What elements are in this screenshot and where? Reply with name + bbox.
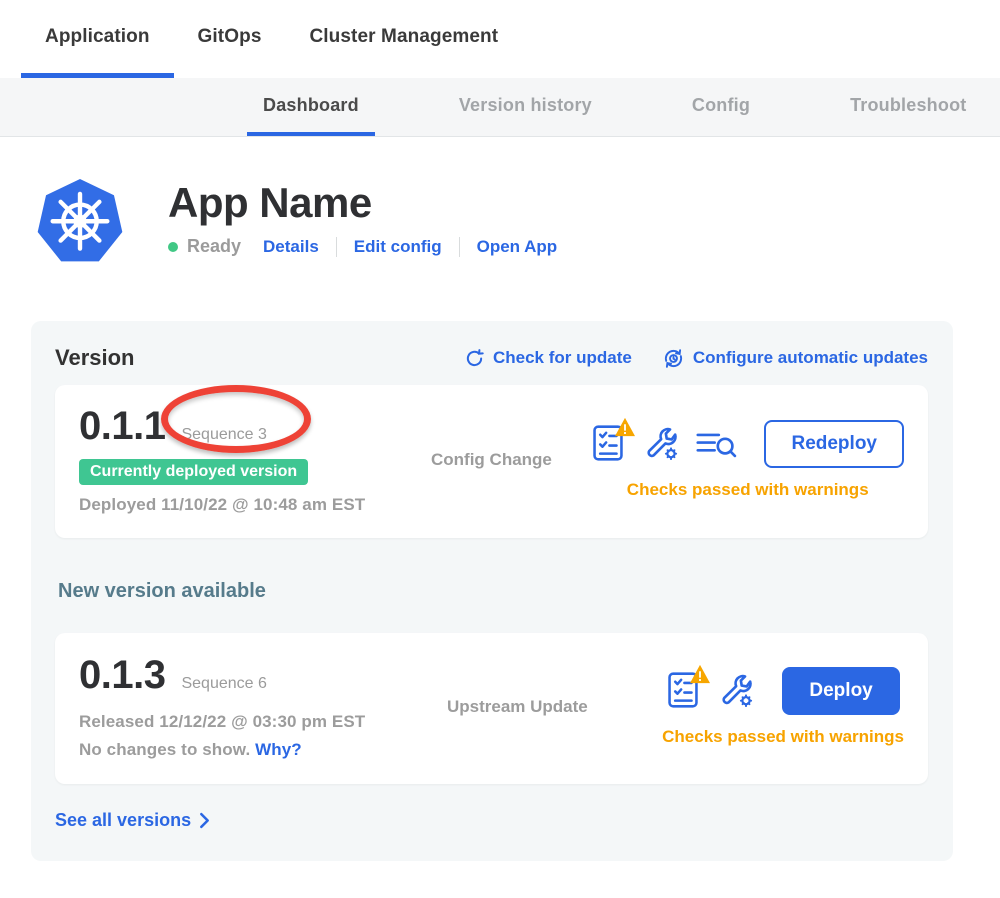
chevron-right-icon bbox=[198, 812, 211, 829]
released-timestamp: Released 12/12/22 @ 03:30 pm EST bbox=[79, 712, 427, 732]
available-version-card: 0.1.3 Sequence 6 Released 12/12/22 @ 03:… bbox=[55, 633, 928, 784]
no-changes-text: No changes to show. bbox=[79, 740, 250, 759]
tab-cluster-management[interactable]: Cluster Management bbox=[285, 0, 522, 78]
check-for-update-button[interactable]: Check for update bbox=[464, 348, 632, 369]
status-badge: Ready bbox=[187, 236, 241, 257]
status-dot-icon bbox=[168, 242, 178, 252]
page-title: App Name bbox=[168, 179, 557, 227]
refresh-icon bbox=[464, 348, 485, 369]
app-sub-nav: Dashboard Version history Config Trouble… bbox=[0, 78, 1000, 137]
version-panel: Version Check for update Configure bbox=[31, 321, 953, 861]
redeploy-button[interactable]: Redeploy bbox=[764, 420, 904, 468]
tab-config[interactable]: Config bbox=[676, 78, 766, 136]
edit-config-link[interactable]: Edit config bbox=[354, 237, 442, 257]
preflight-checks-status: Checks passed with warnings bbox=[627, 480, 869, 500]
app-header: App Name Ready Details Edit config Open … bbox=[36, 177, 1000, 269]
auto-update-clock-icon bbox=[662, 347, 685, 370]
deployed-timestamp: Deployed 11/10/22 @ 10:48 am EST bbox=[79, 495, 411, 515]
new-version-heading: New version available bbox=[58, 580, 928, 603]
available-version-sequence: Sequence 6 bbox=[181, 675, 266, 693]
view-diff-icon[interactable] bbox=[695, 429, 737, 459]
warning-triangle-icon bbox=[689, 664, 711, 684]
divider bbox=[336, 237, 337, 257]
divider bbox=[459, 237, 460, 257]
tab-version-history[interactable]: Version history bbox=[443, 78, 608, 136]
preflight-checks-status: Checks passed with warnings bbox=[662, 727, 904, 747]
preflight-checks-icon[interactable] bbox=[591, 423, 629, 465]
details-link[interactable]: Details bbox=[263, 237, 319, 257]
tab-application[interactable]: Application bbox=[21, 0, 174, 78]
edit-config-icon[interactable] bbox=[644, 425, 680, 463]
tab-gitops[interactable]: GitOps bbox=[174, 0, 286, 78]
version-panel-title: Version bbox=[55, 345, 134, 371]
current-version-number: 0.1.1 bbox=[79, 404, 165, 449]
warning-triangle-icon bbox=[614, 417, 636, 437]
why-link[interactable]: Why? bbox=[255, 740, 302, 759]
preflight-checks-icon[interactable] bbox=[666, 670, 704, 712]
tab-troubleshoot[interactable]: Troubleshoot bbox=[834, 78, 982, 136]
kubernetes-icon bbox=[36, 177, 124, 269]
tab-dashboard[interactable]: Dashboard bbox=[247, 78, 375, 136]
open-app-link[interactable]: Open App bbox=[477, 237, 558, 257]
currently-deployed-badge: Currently deployed version bbox=[79, 459, 308, 485]
deploy-button[interactable]: Deploy bbox=[782, 667, 899, 715]
current-version-sequence: Sequence 3 bbox=[181, 426, 266, 444]
edit-config-icon[interactable] bbox=[719, 672, 755, 710]
version-source-label: Upstream Update bbox=[447, 697, 588, 717]
primary-nav: Application GitOps Cluster Management bbox=[0, 0, 1000, 78]
see-all-versions-link[interactable]: See all versions bbox=[55, 810, 211, 831]
current-version-card: 0.1.1 Sequence 3 Currently deployed vers… bbox=[55, 385, 928, 538]
configure-automatic-updates-button[interactable]: Configure automatic updates bbox=[662, 347, 928, 370]
version-source-label: Config Change bbox=[431, 450, 552, 470]
available-version-number: 0.1.3 bbox=[79, 653, 165, 698]
